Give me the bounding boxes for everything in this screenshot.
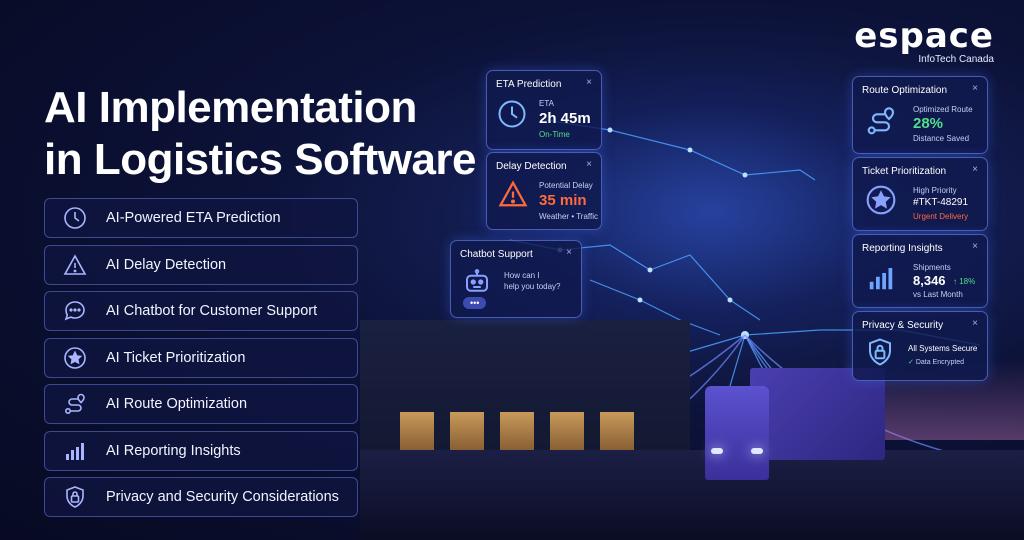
chat-bubble-icon — [62, 298, 88, 324]
feature-label: AI-Powered ETA Prediction — [106, 210, 281, 226]
close-icon[interactable]: × — [586, 159, 592, 170]
road-ground — [360, 450, 1024, 540]
feature-item-route: AI Route Optimization — [44, 384, 358, 424]
title-line-2: in Logistics Software — [44, 135, 477, 184]
warehouse — [360, 320, 690, 470]
truck — [705, 368, 885, 488]
feature-label: AI Chatbot for Customer Support — [106, 303, 318, 319]
card-title: Route Optimization — [862, 85, 948, 96]
card-title: Privacy & Security — [862, 320, 944, 331]
card-title: ETA Prediction — [496, 79, 562, 90]
card-title: Reporting Insights — [862, 243, 943, 254]
close-icon[interactable]: × — [972, 164, 978, 175]
delay-label: Potential Delay — [539, 181, 593, 190]
close-icon[interactable]: × — [972, 241, 978, 252]
title-line-1: AI Implementation — [44, 83, 417, 132]
ticket-note: Urgent Delivery — [913, 212, 969, 221]
close-icon[interactable]: × — [972, 83, 978, 94]
reporting-value: 8,346 — [913, 273, 946, 288]
reporting-label: Shipments — [913, 263, 951, 272]
eta-label: ETA — [539, 99, 554, 108]
star-icon — [62, 345, 88, 371]
chatbot-line-1: How can I — [504, 271, 540, 280]
feature-item-reporting: AI Reporting Insights — [44, 430, 358, 471]
logo: espace InfoTech Canada — [854, 18, 994, 65]
delay-value: 35 min — [539, 192, 587, 209]
close-icon[interactable]: × — [586, 77, 592, 88]
eta-status: On-Time — [539, 130, 570, 139]
ticket-value: #TKT-48291 — [913, 197, 969, 208]
clock-icon — [497, 99, 527, 134]
warning-icon — [497, 179, 529, 214]
route-value: 28% — [913, 115, 944, 132]
card-title: Ticket Prioritization — [862, 166, 947, 177]
delay-note: Weather • Traffic — [539, 212, 598, 221]
reporting-note: vs Last Month — [913, 290, 963, 299]
feature-label: AI Route Optimization — [106, 396, 248, 412]
typing-indicator: ••• — [463, 297, 487, 309]
privacy-note: Data Encrypted — [915, 359, 965, 366]
feature-label: AI Reporting Insights — [106, 442, 241, 459]
card-title: Chatbot Support — [460, 249, 533, 260]
eta-prediction-card: ETA Prediction × ETA 2h 45m On-Time — [486, 70, 602, 150]
route-icon — [62, 391, 88, 417]
ticket-label: High Priority — [913, 186, 957, 195]
privacy-security-card: Privacy & Security × All Systems Secure … — [852, 311, 988, 381]
feature-label: AI Ticket Prioritization — [106, 349, 246, 366]
chatbot-line-2: help you today? — [504, 282, 561, 291]
route-optimization-card: Route Optimization × Optimized Route 28%… — [852, 76, 988, 154]
encrypted-badge: ✓ Data Encrypted — [908, 358, 964, 366]
lock-shield-icon — [62, 484, 88, 510]
feature-label: Privacy and Security Considerations — [106, 489, 339, 505]
route-note: Distance Saved — [913, 134, 970, 143]
delay-detection-card: Delay Detection × Potential Delay 35 min… — [486, 152, 602, 230]
reporting-change: ↑ 18% — [953, 277, 976, 286]
privacy-label: All Systems Secure — [908, 344, 978, 353]
card-title: Delay Detection — [496, 161, 567, 172]
bar-chart-icon — [865, 263, 897, 298]
reporting-insights-card: Reporting Insights × Shipments 8,346 ↑ 1… — [852, 234, 988, 308]
page-title: AI Implementation in Logistics Software — [44, 82, 477, 186]
check-icon: ✓ — [908, 359, 914, 366]
eta-value: 2h 45m — [539, 110, 591, 127]
route-label: Optimized Route — [913, 105, 973, 114]
feature-item-delay: AI Delay Detection — [44, 244, 358, 285]
star-icon — [865, 184, 897, 221]
chatbot-support-card: Chatbot Support × How can I help you tod… — [450, 240, 582, 318]
bar-chart-icon — [62, 438, 88, 464]
ticket-prioritization-card: Ticket Prioritization × High Priority #T… — [852, 157, 988, 231]
route-icon — [865, 105, 897, 142]
close-icon[interactable]: × — [566, 247, 572, 258]
warning-icon — [62, 252, 88, 278]
feature-list: AI-Powered ETA Prediction AI Delay Detec… — [44, 198, 358, 524]
feature-item-privacy: Privacy and Security Considerations — [44, 477, 358, 517]
clock-icon — [62, 205, 88, 231]
feature-label: AI Delay Detection — [106, 256, 227, 273]
feature-item-eta: AI-Powered ETA Prediction — [44, 198, 358, 238]
feature-item-ticket: AI Ticket Prioritization — [44, 337, 358, 378]
logo-wordmark: espace — [854, 16, 994, 56]
feature-item-chatbot: AI Chatbot for Customer Support — [44, 291, 358, 331]
lock-shield-icon — [865, 336, 895, 373]
close-icon[interactable]: × — [972, 318, 978, 329]
